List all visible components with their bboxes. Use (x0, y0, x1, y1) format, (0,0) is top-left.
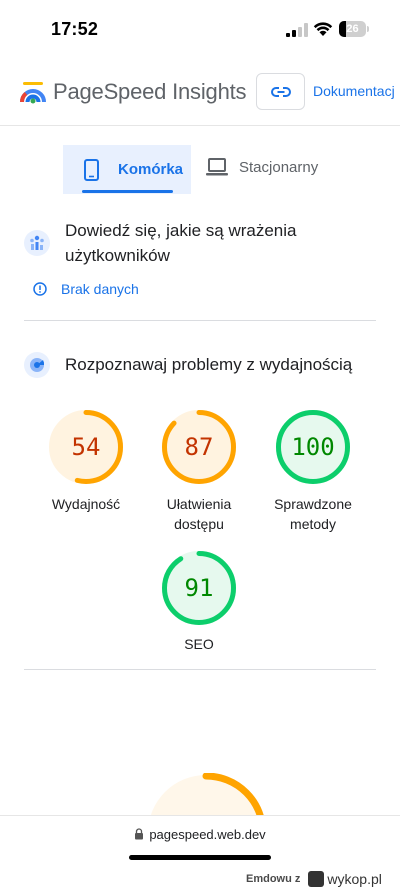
browser-url-bar[interactable]: pagespeed.web.dev Emdowu z wykop.pl (0, 815, 400, 887)
score-gauge-seo[interactable]: 91 (161, 550, 237, 626)
tab-mobile[interactable]: Komórka (63, 145, 191, 194)
no-data-notice[interactable]: Brak danych (33, 281, 139, 297)
lighthouse-icon (24, 352, 50, 378)
home-indicator[interactable] (129, 855, 271, 860)
watermark-site: wykop.pl (327, 871, 382, 887)
laptop-icon (206, 158, 228, 176)
link-icon (270, 86, 291, 97)
cellular-signal-icon (286, 23, 308, 37)
score-label-performance: Wydajność (51, 496, 121, 512)
info-icon (33, 282, 47, 296)
wykop-logo-icon (308, 871, 325, 887)
score-value: 91 (184, 574, 214, 602)
lab-data-title: Rozpoznawaj problemy z wydajnością (65, 355, 353, 374)
no-data-label: Brak danych (61, 281, 139, 297)
battery-icon: 26 (339, 21, 369, 37)
status-bar: 17:52 26 (0, 0, 400, 58)
site-header: PageSpeed Insights Dokumentacj (0, 64, 400, 126)
url-display[interactable]: pagespeed.web.dev (0, 827, 400, 842)
score-gauge-accessibility[interactable]: 87 (161, 409, 237, 485)
section-divider (24, 669, 376, 670)
score-label-seo: SEO (184, 636, 214, 652)
documentation-link[interactable]: Dokumentacj (313, 83, 395, 99)
score-label-best-practices: Sprawdzone metody (274, 496, 352, 532)
watermark: Emdowu z wykop.pl (246, 871, 382, 887)
field-data-title: Dowiedź się, jakie są wrażenia użytkowni… (65, 221, 297, 265)
score-value: 87 (184, 433, 214, 461)
copy-link-button[interactable] (256, 73, 305, 110)
status-time: 17:52 (51, 19, 99, 39)
battery-percent: 26 (346, 23, 359, 35)
score-value: 54 (71, 433, 101, 461)
url-text: pagespeed.web.dev (149, 827, 266, 842)
users-chart-icon (24, 230, 50, 256)
score-label-accessibility: Ułatwienia dostępu (166, 496, 232, 532)
wifi-icon (313, 22, 333, 36)
score-gauge-best-practices[interactable]: 100 (275, 409, 351, 485)
pagespeed-logo-icon[interactable] (19, 80, 47, 106)
score-value: 100 (291, 433, 335, 461)
tab-mobile-label: Komórka (118, 161, 184, 178)
lock-icon (135, 828, 144, 840)
tab-desktop-label: Stacjonarny (239, 158, 319, 176)
score-gauge-performance[interactable]: 54 (48, 409, 124, 485)
watermark-author: Emdowu z (246, 873, 301, 885)
tab-selected-indicator (82, 190, 173, 193)
section-divider (24, 320, 376, 321)
smartphone-icon (84, 158, 99, 181)
tab-desktop[interactable]: Stacjonarny (206, 157, 318, 177)
brand-name[interactable]: PageSpeed Insights (53, 79, 247, 105)
